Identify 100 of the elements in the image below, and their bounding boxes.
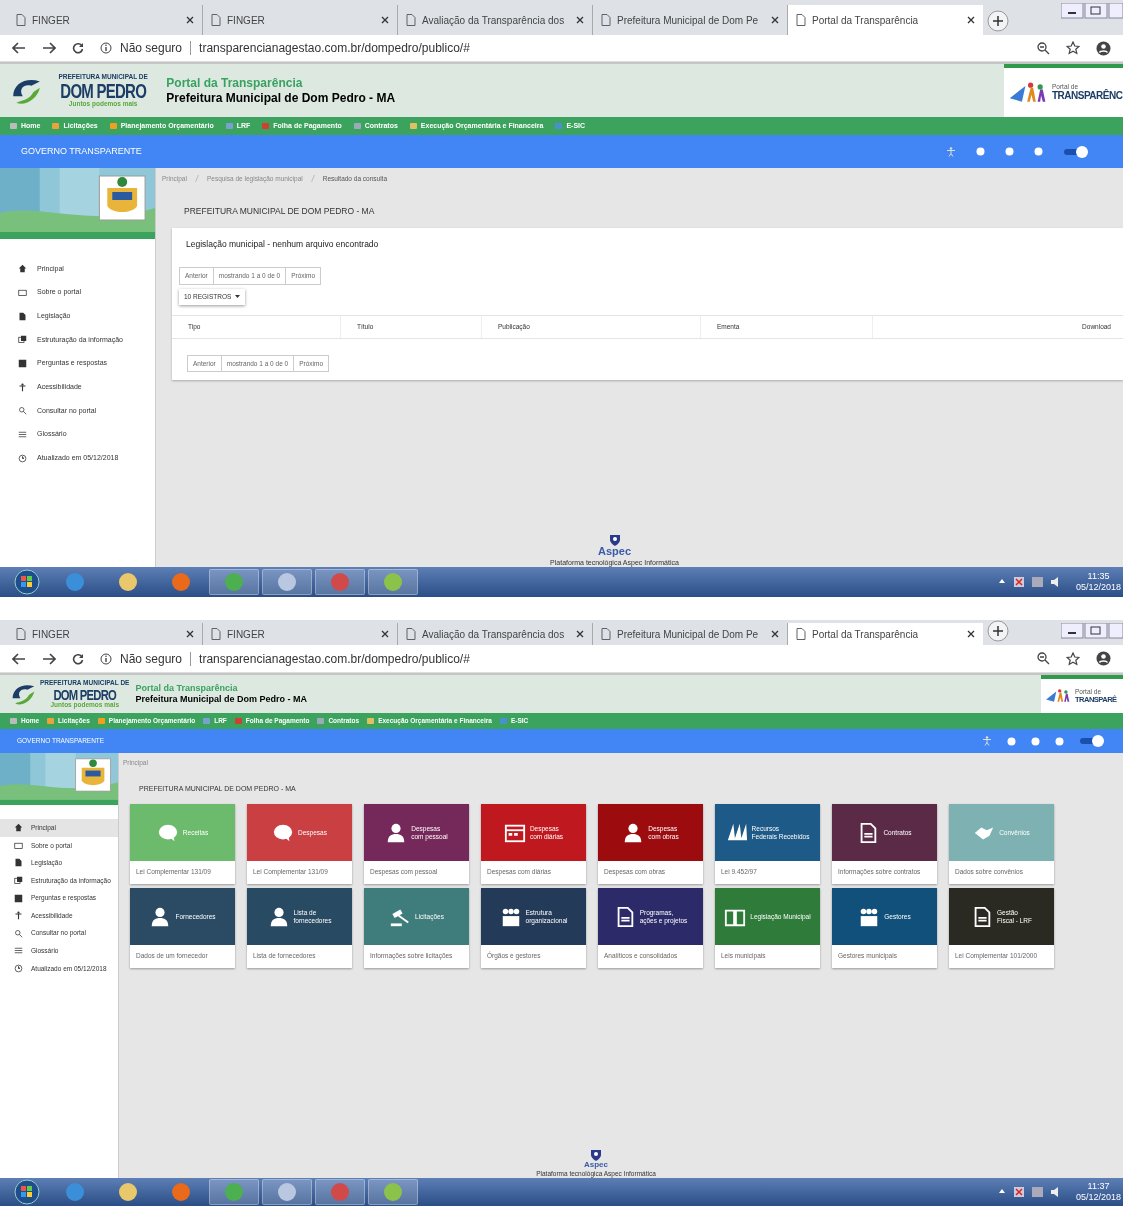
star-icon[interactable] (1066, 651, 1080, 666)
security-label: Não seguro (120, 650, 183, 668)
info-icon[interactable] (100, 42, 112, 54)
zoom-icon[interactable] (1037, 41, 1050, 55)
star-icon[interactable] (1066, 41, 1080, 55)
nav-icon (225, 123, 233, 129)
nav-icon (47, 718, 55, 724)
clock-icon (18, 453, 27, 463)
close-icon[interactable] (576, 630, 584, 638)
card-heading: Legislação municipal - nenhum arquivo encontrado (185, 237, 380, 251)
accessibility-icon[interactable] (946, 146, 956, 157)
circle-button[interactable] (976, 147, 985, 156)
portal-subtitle: Prefeitura Municipal de Dom Pedro - MA (166, 90, 396, 106)
logo-title: DOM PEDRO (60, 80, 147, 101)
back-icon[interactable] (12, 652, 26, 665)
circle-button[interactable] (1055, 736, 1064, 746)
footer-logo: Aspec (584, 1160, 608, 1169)
page-icon (211, 628, 221, 640)
window-controls[interactable] (1061, 623, 1123, 639)
account-icon[interactable] (1096, 40, 1111, 56)
layers-icon (14, 876, 23, 886)
back-icon[interactable] (12, 42, 26, 54)
nav-icon (52, 123, 60, 129)
tab-title: FINGER (227, 627, 266, 642)
page-icon (601, 14, 611, 26)
close-icon[interactable] (771, 16, 779, 24)
page-icon (16, 628, 26, 640)
square-icon (14, 893, 23, 903)
circle-button[interactable] (1007, 736, 1016, 746)
close-icon[interactable] (967, 16, 975, 24)
clock-date: 05/12/2018 (1075, 1192, 1121, 1204)
person-icon (14, 911, 23, 921)
reload-icon[interactable] (72, 42, 84, 54)
partner-logo-title: TRANSPARÊNC (1052, 90, 1123, 101)
info-icon[interactable] (100, 652, 112, 665)
tab-title: Avaliação da Transparência dos (422, 627, 566, 642)
page-icon (16, 14, 26, 26)
close-icon[interactable] (771, 630, 779, 638)
address-field[interactable]: transparencianagestao.com.br/dompedro/publico/# (199, 39, 470, 57)
taskbar-app-button[interactable] (262, 1179, 312, 1205)
page-icon (211, 14, 221, 26)
circle-button[interactable] (1031, 736, 1040, 746)
accessibility-icon[interactable] (982, 736, 992, 746)
tab-title: FINGER (32, 627, 71, 642)
portal-title: Portal da Transparência (135, 682, 239, 694)
close-icon[interactable] (186, 16, 194, 24)
taskbar-app-button[interactable] (262, 569, 312, 595)
reload-icon[interactable] (72, 652, 84, 665)
browser-tab[interactable]: Portal da Transparência (788, 5, 983, 35)
nav-icon (353, 123, 361, 129)
clock-icon (14, 964, 23, 974)
address-field[interactable]: transparencianagestao.com.br/dompedro/publico/# (199, 649, 470, 668)
nav-icon (10, 123, 17, 129)
circle-button[interactable] (1005, 147, 1014, 156)
circle-icon (224, 572, 244, 592)
tab-title: FINGER (227, 13, 266, 28)
zoom-icon[interactable] (1037, 652, 1050, 665)
person-icon (18, 382, 27, 392)
close-icon[interactable] (576, 16, 584, 24)
forward-icon[interactable] (42, 42, 56, 54)
portal-title: Portal da Transparência (166, 75, 304, 91)
toggle-switch[interactable] (1063, 144, 1089, 159)
close-icon[interactable] (186, 630, 194, 638)
new-tab-button[interactable] (987, 620, 1009, 642)
slash-icon (194, 175, 199, 183)
start-button[interactable] (12, 569, 42, 595)
browser-tab[interactable]: Portal da Transparência (788, 623, 983, 645)
close-icon[interactable] (381, 630, 389, 638)
tab-title: Prefeitura Municipal de Dom Pe (617, 13, 760, 28)
close-icon[interactable] (967, 630, 975, 638)
search-icon (18, 406, 27, 416)
clock-time: 11:37 (1087, 1180, 1110, 1192)
new-tab-button[interactable] (987, 10, 1009, 32)
shield-icon (608, 534, 621, 546)
close-icon[interactable] (381, 16, 389, 24)
page-icon (601, 628, 611, 640)
nav-icon (499, 718, 507, 724)
home-icon (14, 823, 23, 833)
caret-icon (235, 295, 241, 299)
tab-title: FINGER (32, 13, 71, 28)
page-icon (406, 14, 416, 26)
circle-icon (224, 1182, 244, 1202)
nav-icon (10, 718, 17, 724)
security-label: Não seguro (120, 40, 183, 57)
layers-icon (18, 335, 27, 345)
nav-icon (367, 718, 375, 724)
page-title: PREFEITURA MUNICIPAL DE DOM PEDRO - MA (183, 204, 376, 218)
nav-icon (109, 123, 117, 129)
page-icon (406, 628, 416, 640)
square-icon (18, 359, 27, 369)
account-icon[interactable] (1096, 651, 1111, 666)
window-controls[interactable] (1061, 3, 1123, 19)
start-button[interactable] (12, 1179, 42, 1205)
circle-button[interactable] (1034, 147, 1043, 156)
page-icon (796, 628, 806, 640)
toggle-switch[interactable] (1079, 734, 1105, 748)
slash-icon (310, 175, 315, 183)
forward-icon[interactable] (42, 652, 56, 665)
nav-icon (317, 718, 325, 724)
logo-title: DOM PEDRO (53, 686, 117, 702)
